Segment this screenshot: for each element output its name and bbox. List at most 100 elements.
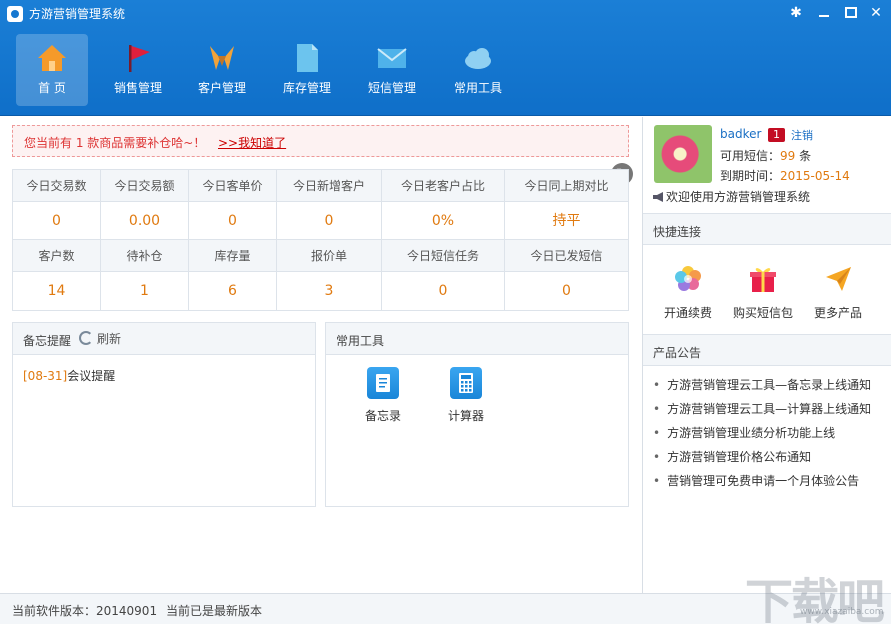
stat-label: 报价单 [277,240,382,272]
announcements-title: 产品公告 [653,346,702,360]
notice-text: 您当前有 1 款商品需要补仓哈~！ [24,136,206,150]
right-sidebar: badker 1 注销 可用短信：99 条 到期时间：2015-05-14 欢迎… [642,117,891,593]
title-bar: 方游营销管理系统 ✱ ✕ [0,0,891,28]
app-logo-icon [7,6,23,22]
renew-label: 开通续费 [663,306,712,320]
stat-value: 6 [189,272,277,310]
memo-panel-header: 备忘提醒 刷新 [13,323,315,355]
more-products-label: 更多产品 [813,306,862,320]
sms-balance: 可用短信：99 条 [720,147,811,164]
avatar[interactable] [654,125,712,183]
stats-table: 今日交易数 今日交易额 今日客单价 今日新增客户 今日老客户占比 今日同上期对比… [12,169,629,311]
tools-panel: 常用工具 备忘录 计算器 [325,322,629,507]
more-products-button[interactable]: 更多产品 [803,263,873,321]
nav-item-sms[interactable]: 短信管理 [356,34,428,106]
memo-panel: 备忘提醒 刷新 [08-31]会议提醒 [12,322,316,507]
main-nav: 首 页 销售管理 客户管理 库存管理 短信管理 常用工具 [0,34,891,106]
stat-label: 今日客单价 [189,170,277,202]
envelope-icon [377,48,407,68]
stat-value: 1 [101,272,189,310]
refresh-icon [79,331,93,345]
latest-version-text: 当前已是最新版本 [166,604,263,618]
quick-links-title: 快捷连接 [653,225,702,239]
expire-date-label: 到期时间： [720,169,781,183]
colorful-flower-icon [675,266,701,291]
stat-value: 0.00 [101,202,189,240]
nav-item-home[interactable]: 首 页 [16,34,88,106]
close-button[interactable]: ✕ [866,4,886,22]
memo-panel-title: 备忘提醒 [23,334,72,348]
announcement-item[interactable]: 方游营销管理云工具—备忘录上线通知 [653,373,883,397]
quick-links-header: 快捷连接 [643,213,891,245]
stat-value: 0 [189,202,277,240]
stat-label: 今日老客户占比 [382,170,505,202]
welcome-text: 欢迎使用方游营销管理系统 [666,190,811,204]
nav-item-sales[interactable]: 销售管理 [102,34,174,106]
stat-value: 14 [13,272,101,310]
watermark-url: www.xiazaiba.com [800,607,884,617]
stat-label: 今日交易额 [101,170,189,202]
announcement-item[interactable]: 方游营销管理云工具—计算器上线通知 [653,397,883,421]
nav-item-inventory[interactable]: 库存管理 [271,34,343,106]
logout-link[interactable]: 注销 [791,127,813,143]
cloud-icon [465,48,491,69]
announcement-item[interactable]: 方游营销管理业绩分析功能上线 [653,421,883,445]
home-icon [38,45,66,71]
notice-dismiss-link[interactable]: >>我知道了 [218,134,286,151]
flag-icon [129,45,150,72]
stat-label: 今日已发短信 [505,240,628,272]
calculator-tool-button[interactable]: 计算器 [436,367,496,424]
welcome-message: 欢迎使用方游营销管理系统 [653,188,810,205]
speaker-icon [653,192,663,202]
stat-value: 0 [382,272,505,310]
tools-panel-title: 常用工具 [336,334,385,348]
stat-value: 0 [13,202,101,240]
window-title: 方游营销管理系统 [29,7,126,21]
nav-item-customers[interactable]: 客户管理 [186,34,258,106]
stat-label: 今日交易数 [13,170,101,202]
buy-sms-package-button[interactable]: 购买短信包 [728,263,798,321]
expire-date-value: 2015-05-14 [780,169,850,183]
stat-label: 今日新增客户 [277,170,382,202]
paper-plane-icon [826,267,851,291]
notebook-icon [367,367,399,399]
buy-sms-label: 购买短信包 [732,306,793,320]
stat-value: 3 [277,272,382,310]
calculator-tool-label: 计算器 [447,409,484,423]
expire-date: 到期时间：2015-05-14 [720,167,850,184]
memo-refresh-button[interactable]: 刷新 [79,330,121,347]
memo-tool-label: 备忘录 [364,409,401,423]
sms-balance-value: 99 [780,149,796,163]
stat-value: 0 [277,202,382,240]
memo-item[interactable]: [08-31]会议提醒 [23,367,115,384]
message-count-badge[interactable]: 1 [768,128,785,142]
sms-balance-label: 可用短信： [720,149,781,163]
stat-value: 0 [562,283,571,299]
version-text: 当前软件版本：20140901 [12,604,158,618]
document-icon [297,44,318,72]
announcement-list: 方游营销管理云工具—备忘录上线通知 方游营销管理云工具—计算器上线通知 方游营销… [653,373,883,493]
renew-subscription-button[interactable]: 开通续费 [653,263,723,321]
minimize-button[interactable] [814,4,834,22]
stat-label: 客户数 [13,240,101,272]
announcements-header: 产品公告 [643,334,891,366]
tools-panel-header: 常用工具 [326,323,628,355]
maximize-button[interactable] [841,4,861,22]
main-content: 您当前有 1 款商品需要补仓哈~！ >>我知道了 ↻ 今日交易数 今日交易额 今… [0,117,642,593]
user-name: badker [720,127,762,141]
sms-balance-unit: 条 [795,149,812,163]
app-header: 方游营销管理系统 ✱ ✕ 首 页 销售管理 客户管理 库存管理 短信管理 常用工… [0,0,891,116]
stat-label: 待补仓 [101,240,189,272]
stat-label: 今日同上期对比 [505,170,628,202]
restock-notice: 您当前有 1 款商品需要补仓哈~！ >>我知道了 [12,125,629,157]
memo-tool-button[interactable]: 备忘录 [353,367,413,424]
gift-icon [750,268,776,292]
stat-value: 0% [382,202,505,240]
announcement-item[interactable]: 营销管理可免费申请一个月体验公告 [653,469,883,493]
nav-item-tools[interactable]: 常用工具 [442,34,514,106]
announcement-item[interactable]: 方游营销管理价格公布通知 [653,445,883,469]
handshake-icon [210,46,234,70]
calculator-icon [450,367,482,399]
stat-label: 库存量 [189,240,277,272]
settings-gear-icon[interactable]: ✱ [786,4,806,22]
